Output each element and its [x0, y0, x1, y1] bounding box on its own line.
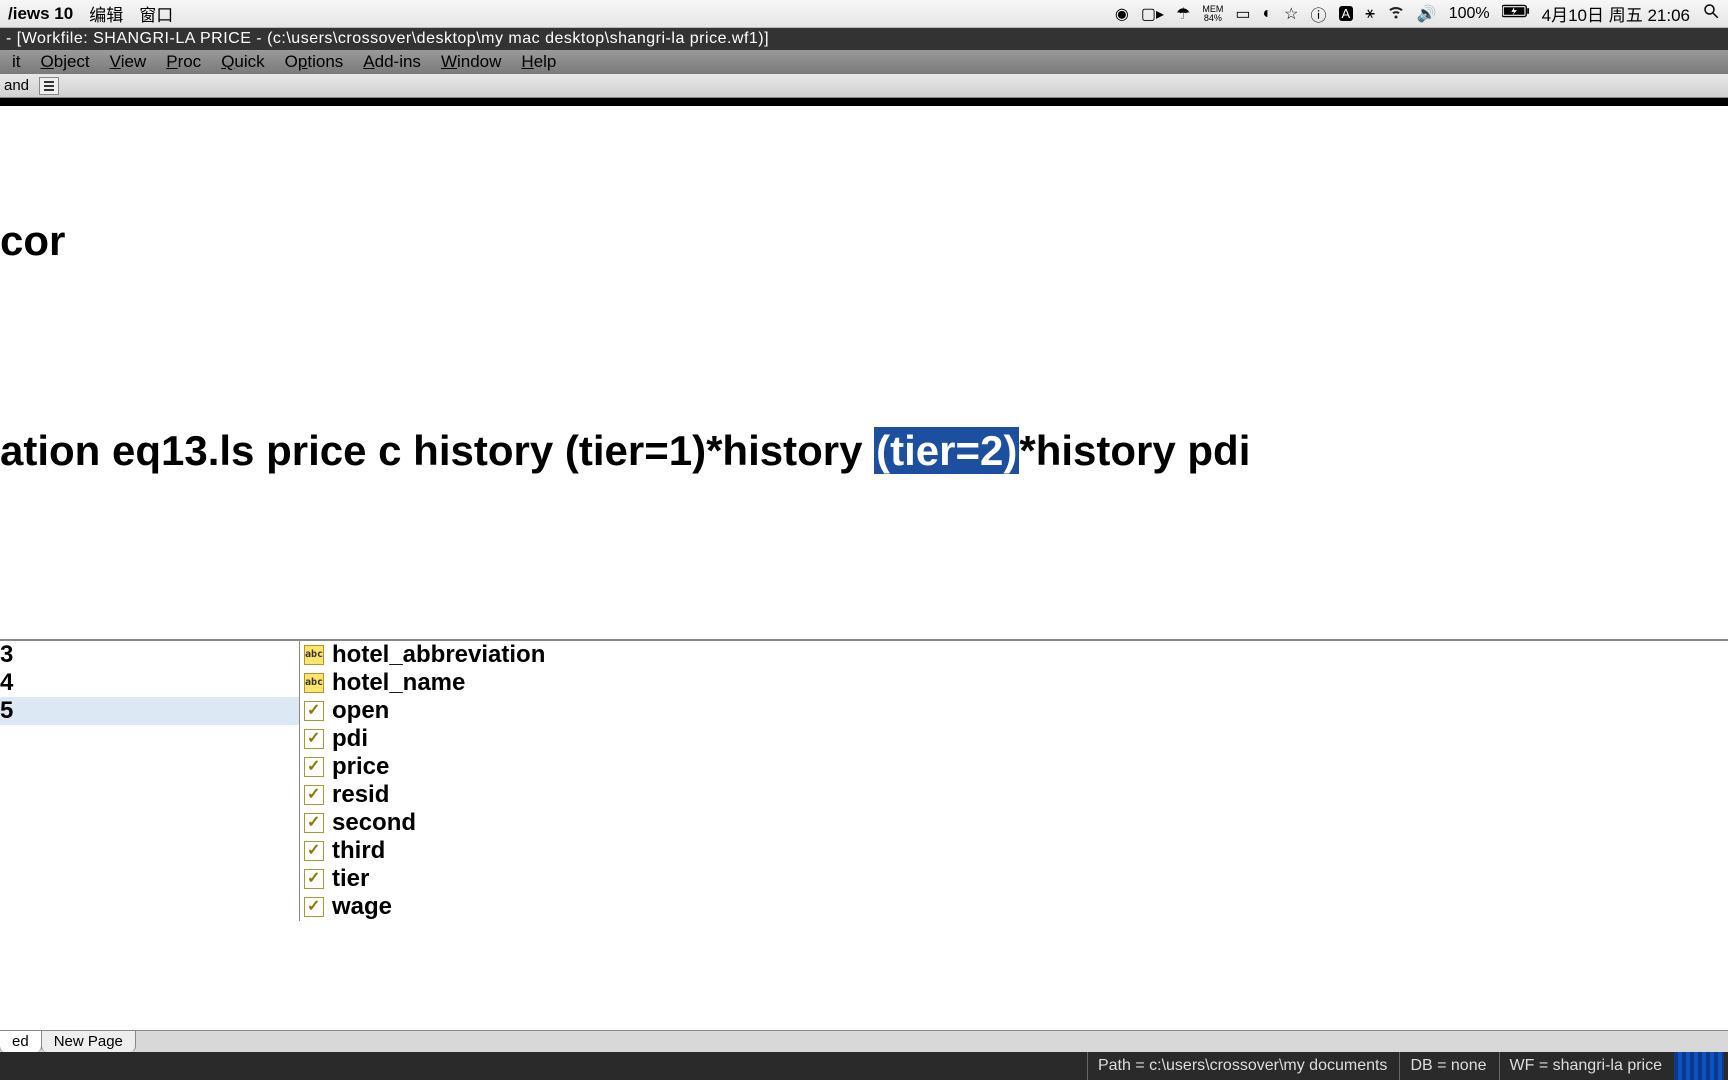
mac-menubar: /iews 10 编辑 窗口 ◉ ▢▸ ☂ MEM 84% ▭ ◐ ☆ ⓘ A …: [0, 0, 1728, 28]
series-object-icon: [304, 785, 324, 805]
left-pane: 345: [0, 641, 300, 921]
menu-object[interactable]: Object: [33, 52, 98, 72]
memory-indicator: MEM 84%: [1202, 5, 1223, 21]
object-row[interactable]: resid: [300, 781, 1728, 809]
window-titlebar: - [Workfile: SHANGRI-LA PRICE - (c:\user…: [0, 28, 1728, 50]
umbrella-icon: ☂: [1176, 4, 1190, 24]
object-name: third: [332, 837, 385, 865]
left-row[interactable]: 4: [0, 669, 299, 697]
series-object-icon: [304, 869, 324, 889]
display-icon: ▭: [1235, 4, 1250, 24]
status-path: Path = c:\users\crossover\my documents: [1087, 1052, 1397, 1080]
page-tab[interactable]: New Page: [41, 1030, 136, 1052]
menu-view[interactable]: View: [102, 52, 155, 72]
status-db: DB = none: [1399, 1052, 1496, 1080]
mac-menu-edit[interactable]: 编辑: [89, 1, 123, 26]
page-tabs: edNew Page: [0, 1030, 1728, 1052]
menu-edit[interactable]: it: [4, 52, 29, 72]
screen-icon: ▢▸: [1141, 4, 1164, 24]
series-object-icon: [304, 729, 324, 749]
object-row[interactable]: pdi: [300, 725, 1728, 753]
command-line-2-before: ation eq13.ls price c history (tier=1)*h…: [0, 427, 874, 474]
wifi-icon[interactable]: [1387, 2, 1405, 25]
object-row[interactable]: tier: [300, 865, 1728, 893]
left-row[interactable]: 5: [0, 697, 299, 725]
status-end-decor: [1674, 1052, 1724, 1080]
object-row[interactable]: second: [300, 809, 1728, 837]
object-row[interactable]: wage: [300, 893, 1728, 921]
menu-addins[interactable]: Add-ins: [355, 52, 429, 72]
page-tab[interactable]: ed: [0, 1030, 42, 1052]
menu-window[interactable]: Window: [433, 52, 509, 72]
mac-menu-window[interactable]: 窗口: [139, 1, 173, 26]
menu-help[interactable]: Help: [513, 52, 564, 72]
toolbar: and: [0, 74, 1728, 98]
status-bar: Path = c:\users\crossover\my documents D…: [0, 1052, 1728, 1080]
object-row[interactable]: third: [300, 837, 1728, 865]
object-row[interactable]: abc hotel_name: [300, 669, 1728, 697]
left-row[interactable]: 3: [0, 641, 299, 669]
window-title: - [Workfile: SHANGRI-LA PRICE - (c:\user…: [6, 30, 769, 48]
object-name: second: [332, 809, 416, 837]
object-row[interactable]: open: [300, 697, 1728, 725]
object-name: hotel_name: [332, 669, 465, 697]
spotlight-icon[interactable]: [1702, 2, 1720, 25]
menu-quick[interactable]: Quick: [213, 52, 272, 72]
object-row[interactable]: abc hotel_abbreviation: [300, 641, 1728, 669]
object-name: resid: [332, 781, 389, 809]
object-name: open: [332, 697, 389, 725]
command-editor[interactable]: cor ation eq13.ls price c history (tier=…: [0, 106, 1728, 591]
object-name: tier: [332, 865, 369, 893]
alpha-object-icon: abc: [304, 645, 324, 665]
command-line-2-after: *history pdi: [1019, 427, 1250, 474]
menu-options[interactable]: Options: [277, 52, 352, 72]
series-object-icon: [304, 897, 324, 917]
command-label: and: [0, 77, 33, 94]
bluetooth-icon[interactable]: ⚹: [1365, 5, 1375, 23]
input-source-icon[interactable]: A: [1339, 6, 1354, 21]
battery-icon: [1502, 4, 1530, 23]
series-object-icon: [304, 813, 324, 833]
status-wf: WF = shangri-la price: [1499, 1052, 1673, 1080]
object-list-pane: abchotel_abbreviationabchotel_nameopenpd…: [300, 641, 1728, 921]
record-icon: ◉: [1115, 4, 1129, 24]
series-object-icon: [304, 757, 324, 777]
mac-app-name: /iews 10: [8, 4, 73, 24]
battery-percent: 100%: [1449, 5, 1490, 23]
object-name: hotel_abbreviation: [332, 641, 545, 669]
object-row[interactable]: price: [300, 753, 1728, 781]
series-object-icon: [304, 841, 324, 861]
workfile-body: 345 abchotel_abbreviationabchotel_nameop…: [0, 640, 1728, 921]
info-icon: ⓘ: [1311, 2, 1327, 26]
star-icon: ☆: [1284, 4, 1298, 24]
toolbar-button[interactable]: [39, 77, 59, 95]
command-line-1: cor: [0, 217, 65, 264]
object-name: pdi: [332, 725, 368, 753]
object-name: price: [332, 753, 389, 781]
alpha-object-icon: abc: [304, 673, 324, 693]
series-object-icon: [304, 701, 324, 721]
command-selection: (tier=2): [874, 427, 1019, 474]
object-name: wage: [332, 893, 392, 921]
menu-proc[interactable]: Proc: [158, 52, 209, 72]
clock[interactable]: 4月10日 周五 21:06: [1542, 1, 1690, 26]
app-icon: ◐: [1262, 5, 1272, 23]
volume-icon[interactable]: 🔊: [1417, 4, 1437, 24]
separator-strip: [0, 98, 1728, 106]
app-menubar: it Object View Proc Quick Options Add-in…: [0, 50, 1728, 74]
